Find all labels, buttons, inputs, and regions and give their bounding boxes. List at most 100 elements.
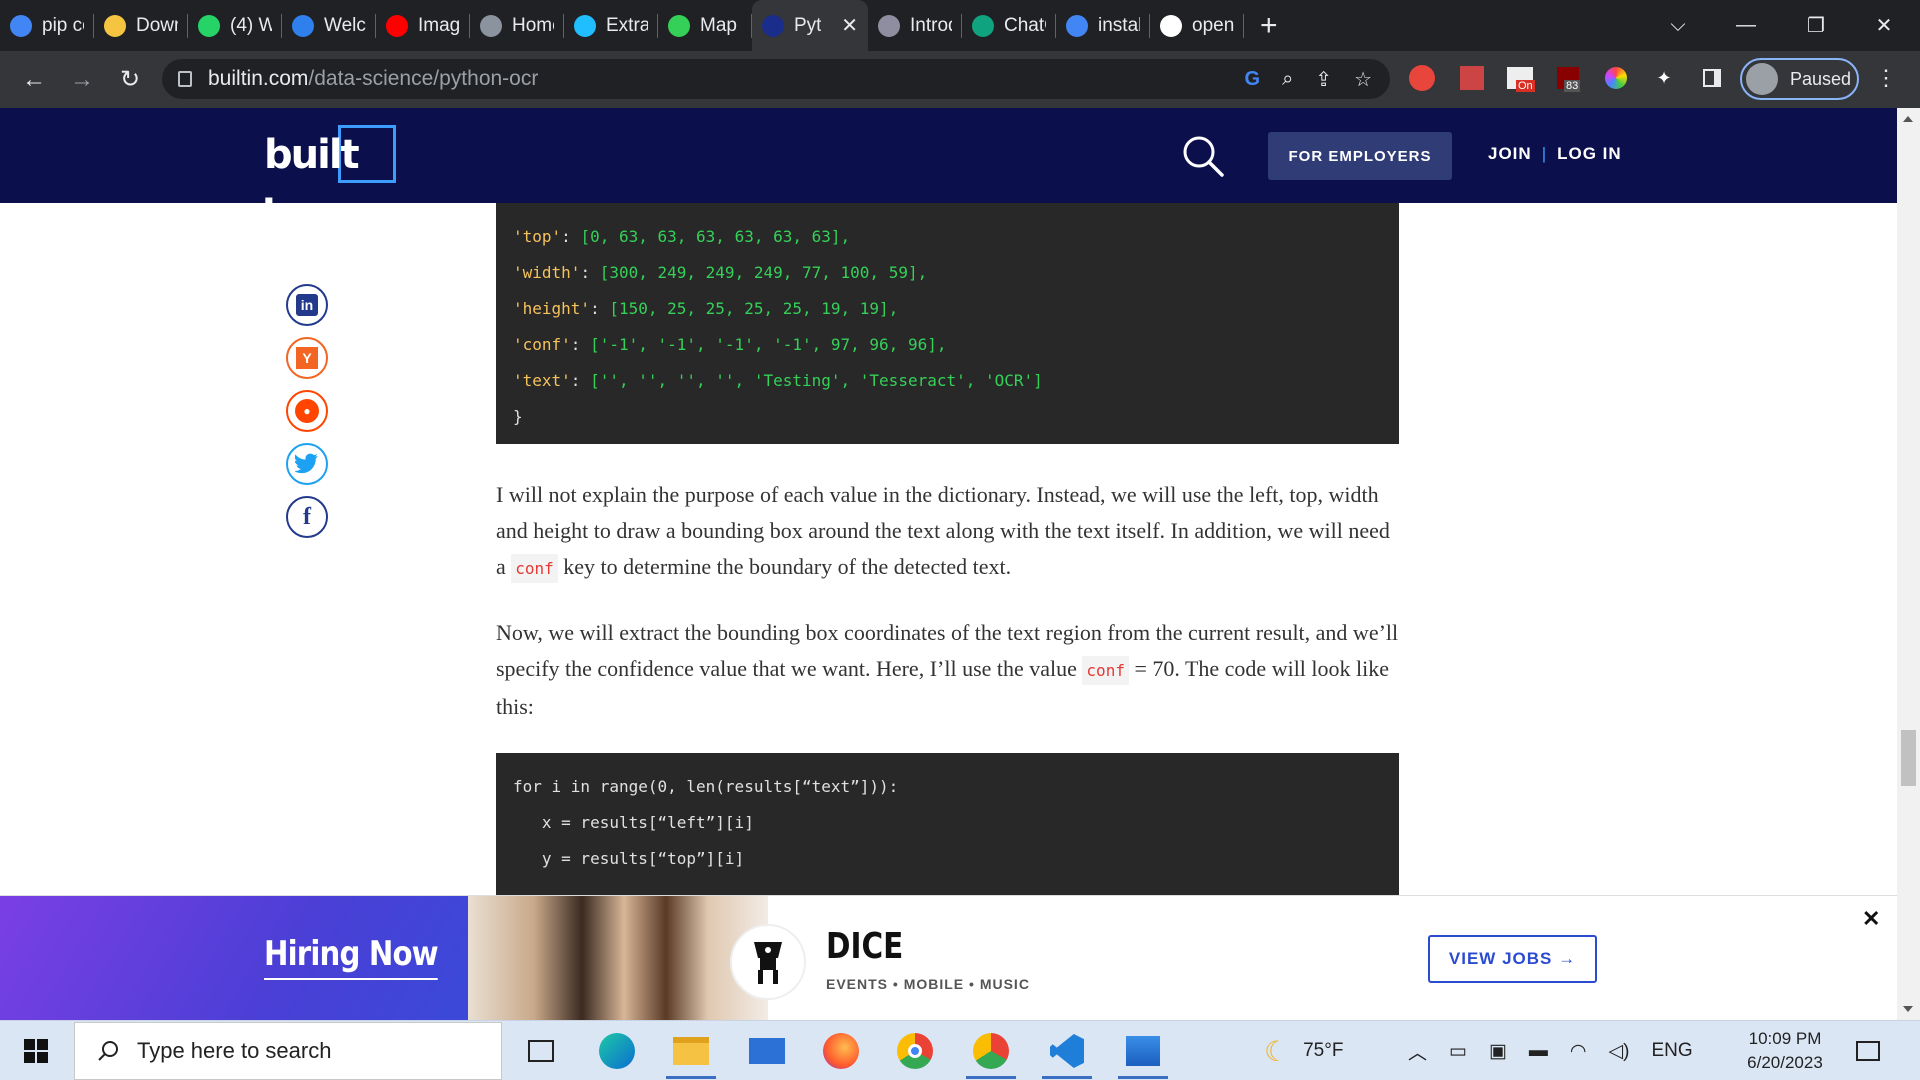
google-lens-icon[interactable]: G: [1245, 68, 1261, 91]
tab-label: Map in: [700, 14, 742, 36]
join-link[interactable]: JOIN: [1488, 144, 1532, 164]
tab-search-icon[interactable]: ⌵: [1648, 0, 1708, 51]
linkedin-share-button[interactable]: in: [286, 284, 328, 326]
code-line: y = results[“top”][i]: [513, 849, 745, 868]
reload-button[interactable]: ↻: [110, 60, 150, 100]
browser-tab[interactable]: Home: [470, 0, 564, 51]
lock-icon: [178, 71, 192, 87]
chrome-app-icon[interactable]: [882, 1027, 948, 1075]
volume-icon[interactable]: ◁): [1609, 1040, 1630, 1063]
ad-brand-name: DICE: [826, 926, 904, 967]
page-scrollbar[interactable]: [1897, 108, 1920, 1020]
browser-tab[interactable]: Extract: [564, 0, 658, 51]
facebook-share-button[interactable]: f: [286, 496, 328, 538]
chrome-profile-app-icon[interactable]: [958, 1027, 1024, 1079]
browser-tab[interactable]: opencv: [1150, 0, 1244, 51]
papers-icon: [668, 14, 690, 37]
tab-label: Welcon: [324, 14, 366, 36]
scroll-up-arrow-icon[interactable]: [1903, 116, 1913, 122]
github-icon: [480, 14, 502, 37]
article-paragraph: I will not explain the purpose of each v…: [496, 477, 1399, 587]
browser-tab[interactable]: ChatGP: [962, 0, 1056, 51]
tab-label: Home: [512, 14, 554, 36]
system-clock[interactable]: 10:09 PM 6/20/2023: [1730, 1027, 1840, 1075]
browser-tab[interactable]: install: [1056, 0, 1150, 51]
vscode-app-icon[interactable]: [1034, 1027, 1100, 1079]
browser-tab[interactable]: Pyt ✕: [752, 0, 868, 51]
firefox-app-icon[interactable]: [808, 1027, 874, 1075]
file-explorer-app-icon[interactable]: [658, 1027, 724, 1079]
edge-app-icon[interactable]: [584, 1027, 650, 1075]
side-panel-icon[interactable]: [1694, 60, 1730, 96]
color-picker-extension-icon[interactable]: [1598, 60, 1634, 96]
windows-start-icon[interactable]: [12, 1033, 60, 1069]
extensions-puzzle-icon[interactable]: ✦: [1646, 60, 1682, 96]
builtin-icon: [762, 14, 784, 37]
notifications-icon[interactable]: [1856, 1021, 1880, 1080]
code-punctuation: :: [590, 299, 610, 318]
task-view-icon[interactable]: [508, 1027, 574, 1075]
builtin-logo[interactable]: built in: [262, 125, 396, 238]
restore-button[interactable]: ❐: [1786, 0, 1846, 51]
browser-tab[interactable]: Introdu: [868, 0, 962, 51]
zoom-icon[interactable]: ⌕: [1282, 68, 1293, 91]
code-line: 'height': [150, 25, 25, 25, 25, 19, 19],: [513, 299, 898, 319]
facebook-icon: f: [303, 503, 311, 530]
chevron-up-icon[interactable]: ︿: [1408, 1038, 1427, 1065]
code-key: 'height': [513, 299, 591, 318]
avatar: [1746, 63, 1778, 95]
battery-icon[interactable]: ▬: [1529, 1040, 1548, 1062]
moon-icon: ☾: [1264, 1035, 1290, 1067]
kaggle-icon: [574, 14, 596, 37]
wifi-icon[interactable]: ◠: [1570, 1040, 1587, 1063]
close-ad-icon[interactable]: ✕: [1862, 906, 1880, 932]
code-punctuation: :: [580, 263, 600, 282]
extension-y-icon[interactable]: [1454, 60, 1490, 96]
browser-tab[interactable]: Downlo: [94, 0, 188, 51]
extension-on-icon[interactable]: On: [1502, 60, 1538, 96]
tab-label: Pyt: [794, 14, 822, 36]
meet-now-icon[interactable]: ▭: [1449, 1040, 1467, 1063]
browser-tab[interactable]: Map in: [658, 0, 752, 51]
ublock-extension-icon[interactable]: 83: [1550, 60, 1586, 96]
dice-mascot-icon: [754, 942, 782, 984]
forward-button[interactable]: →: [62, 60, 102, 100]
browser-tab[interactable]: pip con: [0, 0, 94, 51]
display-icon[interactable]: ▣: [1489, 1040, 1507, 1063]
reddit-share-button[interactable]: ●: [286, 390, 328, 432]
new-tab-button[interactable]: +: [1260, 9, 1278, 43]
ad-hiring-panel[interactable]: Hiring Now: [0, 896, 468, 1021]
close-tab-icon[interactable]: ✕: [841, 13, 858, 38]
close-window-button[interactable]: ✕: [1854, 0, 1914, 51]
address-bar[interactable]: builtin.com/data-science/python-ocr G ⌕ …: [162, 59, 1390, 99]
photos-app-icon[interactable]: [1110, 1027, 1176, 1079]
view-jobs-button[interactable]: VIEW JOBS →: [1428, 935, 1597, 983]
profile-button[interactable]: Paused: [1740, 58, 1859, 100]
browser-menu-icon[interactable]: ⋮: [1868, 60, 1904, 96]
code-line: 'top': [0, 63, 63, 63, 63, 63, 63],: [513, 227, 850, 247]
language-indicator[interactable]: ENG: [1651, 1040, 1692, 1062]
scrollbar-thumb[interactable]: [1901, 730, 1916, 786]
nav-separator: |: [1541, 144, 1548, 163]
minimize-button[interactable]: —: [1716, 0, 1776, 51]
taskbar-search-box[interactable]: Type here to search: [74, 1022, 502, 1080]
bookmark-star-icon[interactable]: ☆: [1354, 67, 1372, 92]
browser-tab[interactable]: Welcon: [282, 0, 376, 51]
clock-date: 6/20/2023: [1747, 1053, 1823, 1072]
mail-app-icon[interactable]: [734, 1027, 800, 1075]
browser-tab[interactable]: (4) Wh: [188, 0, 282, 51]
search-icon[interactable]: [1180, 133, 1226, 179]
browser-tab[interactable]: Image: [376, 0, 470, 51]
twitter-share-button[interactable]: [286, 443, 328, 485]
ad-banner: Hiring Now DICE EVENTS • MOBILE • MUSIC …: [0, 895, 1897, 1021]
hackernews-share-button[interactable]: Y: [286, 337, 328, 379]
code-punctuation: :: [561, 227, 581, 246]
adblock-extension-icon[interactable]: [1404, 60, 1440, 96]
weather-widget[interactable]: ☾ 75°F: [1264, 1021, 1343, 1080]
login-link[interactable]: LOG IN: [1557, 144, 1622, 164]
share-icon[interactable]: ⇪: [1315, 67, 1332, 92]
clock-time: 10:09 PM: [1748, 1029, 1822, 1048]
back-button[interactable]: ←: [14, 60, 54, 100]
for-employers-button[interactable]: FOR EMPLOYERS: [1268, 132, 1452, 180]
scroll-down-arrow-icon[interactable]: [1903, 1006, 1913, 1012]
